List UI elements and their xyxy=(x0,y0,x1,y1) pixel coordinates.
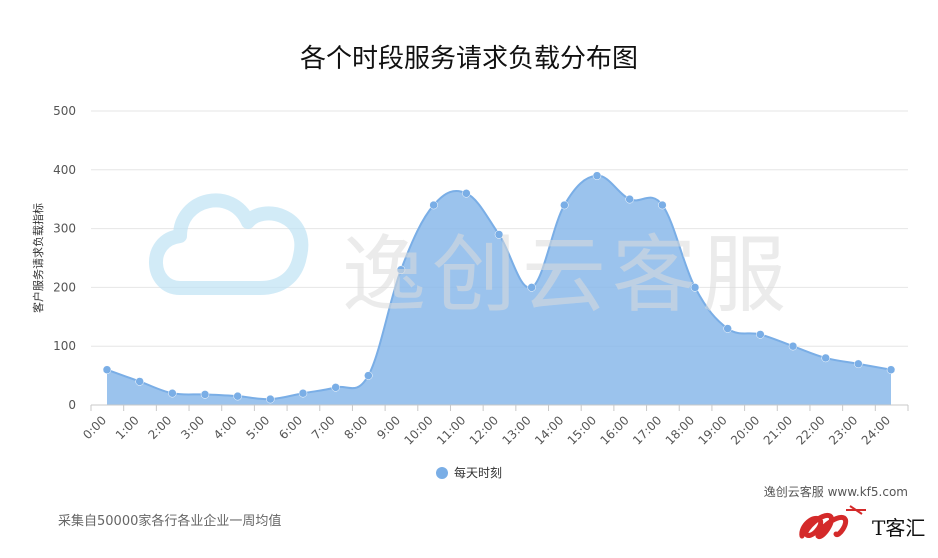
data-point[interactable] xyxy=(756,330,765,339)
x-tick-label: 23:00 xyxy=(826,413,860,447)
y-axis-label: 客户服务请求负载指标 xyxy=(32,203,45,313)
data-point[interactable] xyxy=(102,365,112,374)
y-tick-label: 0 xyxy=(68,398,76,412)
data-point[interactable] xyxy=(854,359,863,369)
x-tick-label: 0:00 xyxy=(80,413,109,442)
chart-title: 各个时段服务请求负载分布图 xyxy=(299,44,638,74)
y-tick-label: 400 xyxy=(53,163,76,177)
x-tick-label: 20:00 xyxy=(728,413,762,447)
x-tick-label: 24:00 xyxy=(859,413,893,447)
x-tick-label: 18:00 xyxy=(663,413,697,447)
data-point[interactable] xyxy=(200,390,210,399)
y-tick-label: 100 xyxy=(53,339,76,353)
y-tick-label: 200 xyxy=(53,280,76,294)
data-point[interactable] xyxy=(658,200,667,210)
data-point[interactable] xyxy=(821,353,830,363)
x-tick-label: 1:00 xyxy=(113,413,142,442)
x-tick-label: 9:00 xyxy=(374,413,403,442)
data-point[interactable] xyxy=(494,230,504,239)
data-point[interactable] xyxy=(625,194,634,204)
data-point[interactable] xyxy=(886,365,896,374)
x-tick-label: 7:00 xyxy=(309,413,338,442)
x-tick-label: 17:00 xyxy=(630,413,664,447)
x-tick-label: 3:00 xyxy=(178,413,207,442)
data-point[interactable] xyxy=(462,189,471,198)
x-tick-label: 10:00 xyxy=(401,413,435,447)
legend-label: 每天时刻 xyxy=(454,466,503,480)
x-tick-label: 14:00 xyxy=(532,413,566,447)
data-point[interactable] xyxy=(690,283,700,292)
x-tick-label: 11:00 xyxy=(434,413,468,447)
x-tick-label: 2:00 xyxy=(145,413,174,442)
x-tick-label: 21:00 xyxy=(761,413,795,447)
y-tick-label: 300 xyxy=(53,222,76,236)
x-tick-label: 12:00 xyxy=(467,413,501,447)
y-tick-label: 500 xyxy=(53,104,76,118)
x-tick-label: 22:00 xyxy=(793,413,827,447)
legend-marker xyxy=(436,466,448,479)
data-point[interactable] xyxy=(396,265,406,275)
x-tick-label: 8:00 xyxy=(341,413,370,442)
data-point[interactable] xyxy=(168,388,177,398)
x-tick-label: 6:00 xyxy=(276,413,305,442)
data-point[interactable] xyxy=(527,283,536,292)
data-point[interactable] xyxy=(429,200,438,210)
x-tick-label: 5:00 xyxy=(243,413,272,442)
y-axis: 0 100 200 300 400 500 xyxy=(53,104,76,412)
data-point[interactable] xyxy=(560,200,569,210)
x-tick-label: 15:00 xyxy=(565,413,599,447)
data-point[interactable] xyxy=(788,341,798,351)
legend[interactable]: 每天时刻 xyxy=(436,464,502,481)
brand-logo: T客汇 xyxy=(796,504,925,548)
x-tick-label: 16:00 xyxy=(597,413,631,447)
data-point[interactable] xyxy=(266,394,275,404)
data-point[interactable] xyxy=(233,391,242,401)
data-point[interactable] xyxy=(135,377,144,386)
footnote-text: 采集自50000家各行各业企业一周均值 xyxy=(58,514,282,529)
series-area-fill xyxy=(107,175,891,405)
credit-text: 逸创云客服 www.kf5.com xyxy=(763,485,908,499)
data-point[interactable] xyxy=(364,371,373,380)
x-tick-label: 19:00 xyxy=(695,413,729,447)
series-area xyxy=(106,174,892,405)
x-tick-label: 4:00 xyxy=(211,413,240,442)
data-point[interactable] xyxy=(298,388,308,398)
brand-text: T客汇 xyxy=(872,515,926,540)
brand-swoosh-icon xyxy=(799,505,866,539)
data-point[interactable] xyxy=(331,383,340,392)
data-point[interactable] xyxy=(723,324,732,333)
data-point[interactable] xyxy=(592,171,602,180)
x-tick-label: 13:00 xyxy=(499,413,533,447)
x-axis: 0:00 1:00 2:00 3:00 4:00 5:00 6:00 7:00 8:00 9:00… xyxy=(80,404,909,448)
